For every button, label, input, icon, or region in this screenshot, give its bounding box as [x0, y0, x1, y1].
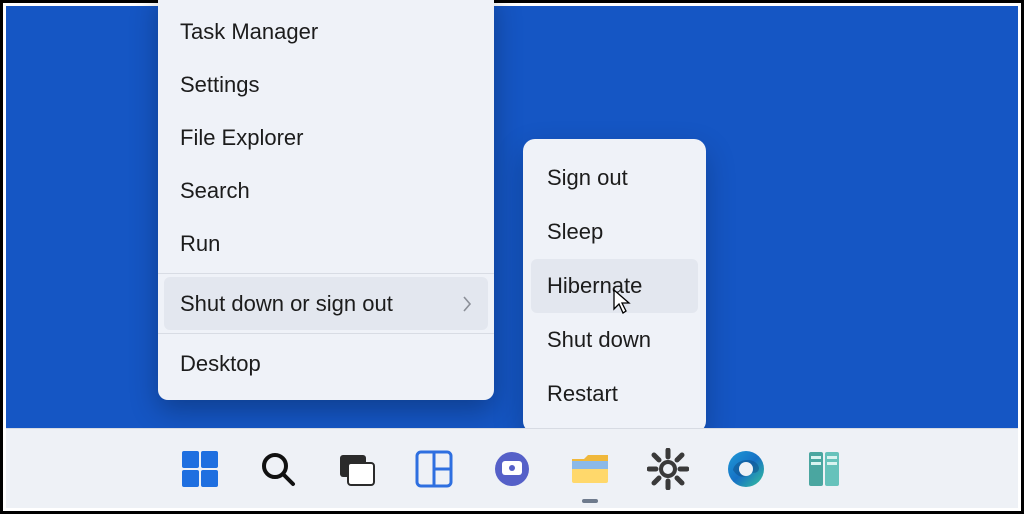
winx-item-label: Settings — [180, 72, 260, 98]
taskbar — [6, 428, 1018, 508]
winx-item-label: Task Manager — [180, 19, 318, 45]
submenu-item-sign-out[interactable]: Sign out — [531, 151, 698, 205]
taskbar-settings-button[interactable] — [642, 443, 694, 495]
winx-item-task-manager[interactable]: Task Manager — [158, 5, 494, 58]
taskbar-widgets-button[interactable] — [408, 443, 460, 495]
chevron-right-icon — [462, 296, 472, 312]
submenu-item-label: Shut down — [547, 327, 651, 353]
menu-separator — [158, 273, 494, 274]
start-icon — [180, 449, 220, 489]
file-explorer-icon — [568, 449, 612, 489]
search-icon — [258, 449, 298, 489]
winx-menu: Task Manager Settings File Explorer Sear… — [158, 0, 494, 400]
taskbar-server-manager-button[interactable] — [798, 443, 850, 495]
gear-icon — [647, 448, 689, 490]
winx-item-desktop[interactable]: Desktop — [158, 337, 494, 390]
edge-icon — [725, 448, 767, 490]
submenu-item-restart[interactable]: Restart — [531, 367, 698, 421]
submenu-item-label: Hibernate — [547, 273, 642, 299]
shutdown-submenu: Sign out Sleep Hibernate Shut down Resta… — [523, 139, 706, 433]
winx-item-label: File Explorer — [180, 125, 303, 151]
winx-item-label: Run — [180, 231, 220, 257]
widgets-icon — [414, 449, 454, 489]
winx-item-file-explorer[interactable]: File Explorer — [158, 111, 494, 164]
submenu-item-label: Sign out — [547, 165, 628, 191]
task-view-icon — [336, 449, 376, 489]
submenu-item-shut-down[interactable]: Shut down — [531, 313, 698, 367]
taskbar-chat-button[interactable] — [486, 443, 538, 495]
winx-item-label: Shut down or sign out — [180, 291, 393, 317]
menu-separator — [158, 333, 494, 334]
submenu-item-hibernate[interactable]: Hibernate — [531, 259, 698, 313]
submenu-item-label: Sleep — [547, 219, 603, 245]
server-manager-icon — [803, 448, 845, 490]
winx-item-label: Desktop — [180, 351, 261, 377]
taskbar-search-button[interactable] — [252, 443, 304, 495]
taskbar-file-explorer-button[interactable] — [564, 443, 616, 495]
taskbar-start-button[interactable] — [174, 443, 226, 495]
winx-item-search[interactable]: Search — [158, 164, 494, 217]
submenu-item-label: Restart — [547, 381, 618, 407]
winx-item-run[interactable]: Run — [158, 217, 494, 270]
taskbar-edge-button[interactable] — [720, 443, 772, 495]
winx-item-shutdown-signout[interactable]: Shut down or sign out — [164, 277, 488, 330]
winx-item-label: Search — [180, 178, 250, 204]
taskbar-task-view-button[interactable] — [330, 443, 382, 495]
chat-icon — [492, 449, 532, 489]
winx-item-settings[interactable]: Settings — [158, 58, 494, 111]
submenu-item-sleep[interactable]: Sleep — [531, 205, 698, 259]
